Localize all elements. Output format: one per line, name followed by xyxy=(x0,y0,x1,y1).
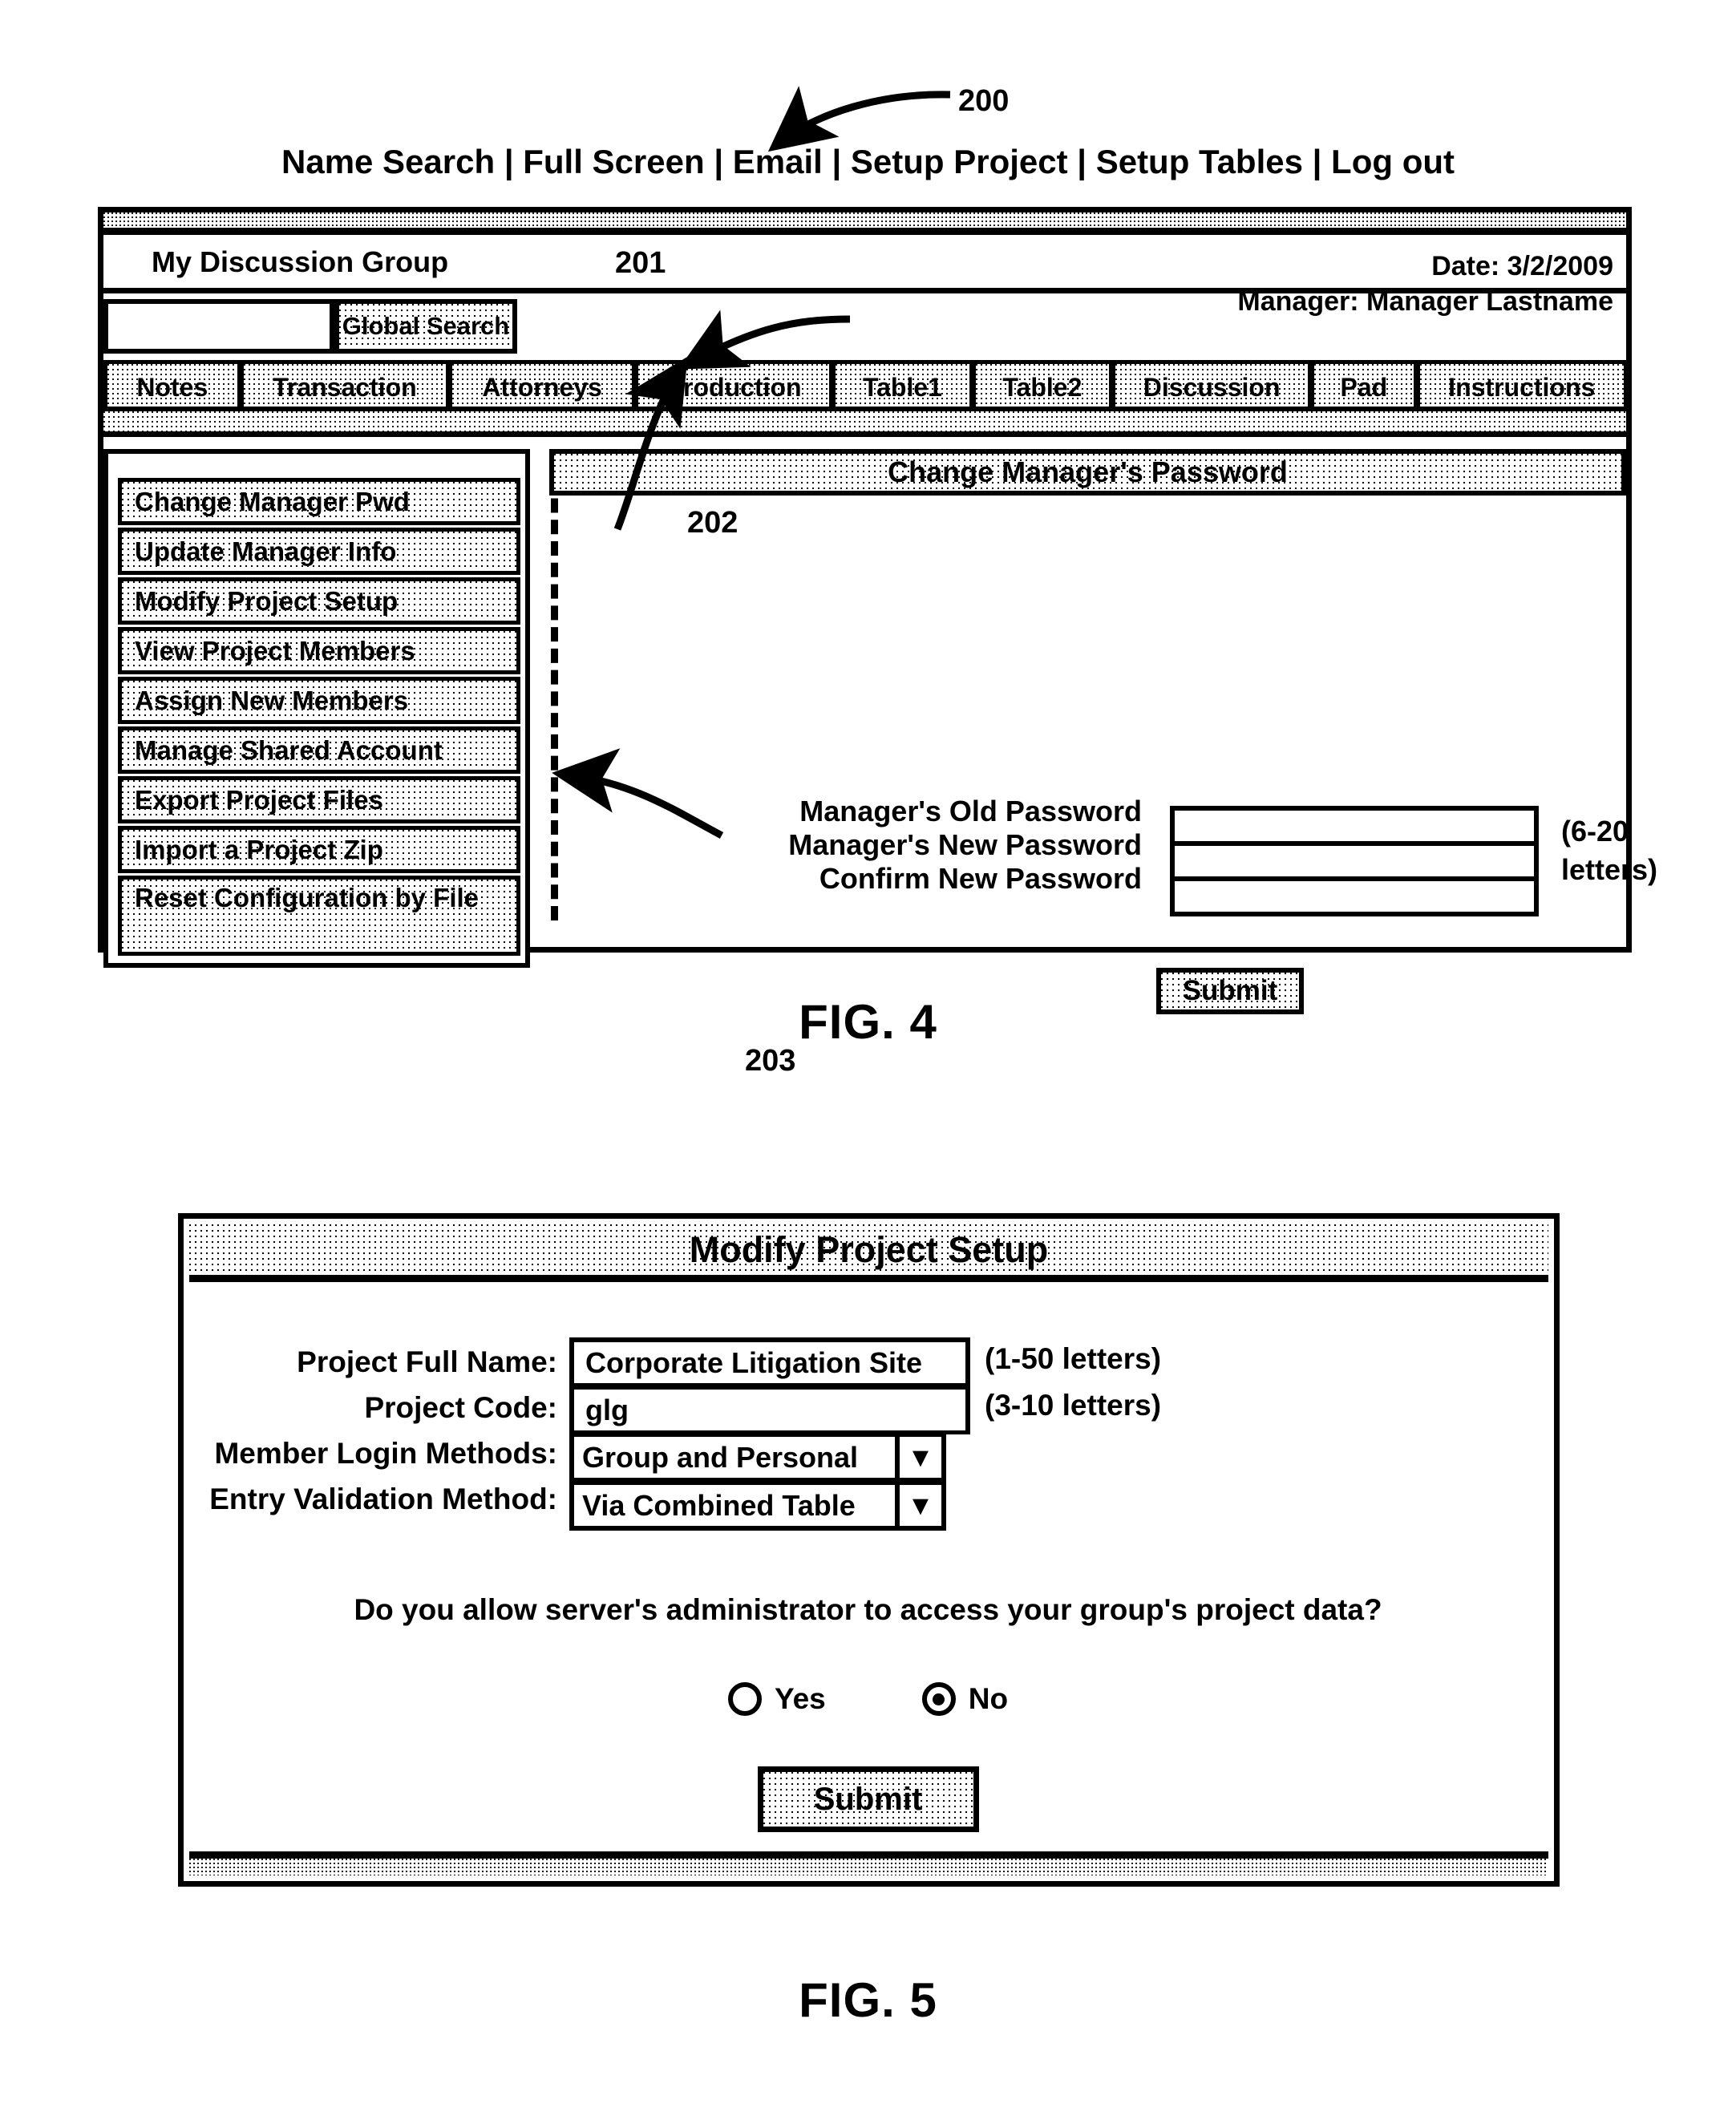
confirm-password-input[interactable] xyxy=(1175,881,1534,912)
radio-yes-label: Yes xyxy=(774,1682,826,1715)
side-menu-item-modify-project-setup[interactable]: Modify Project Setup xyxy=(118,577,520,625)
reference-numeral-201: 201 xyxy=(615,246,666,280)
radio-option-no[interactable]: No xyxy=(921,1682,1009,1716)
entry-validation-method-value: Via Combined Table xyxy=(582,1488,856,1522)
fig5-form-labels: Project Full Name: Project Code: Member … xyxy=(40,1339,557,1522)
chevron-down-icon[interactable]: ▼ xyxy=(895,1432,946,1483)
radio-yes-icon[interactable] xyxy=(727,1682,762,1716)
fig5-form-inputs: Corporate Litigation Site glg Group and … xyxy=(569,1337,970,1531)
tab-underband xyxy=(103,407,1626,437)
label-project-code: Project Code: xyxy=(364,1391,557,1424)
label-new-password: Manager's New Password xyxy=(788,828,1142,861)
fig4-application-window: My Discussion Group Date: 3/2/2009 Manag… xyxy=(98,207,1657,1078)
side-menu-item-reset-configuration-by-file[interactable]: Reset Configuration by File xyxy=(118,876,520,956)
admin-access-question: Do you allow server's administrator to a… xyxy=(354,1593,1382,1626)
side-menu-item-change-manager-pwd[interactable]: Change Manager Pwd xyxy=(118,478,520,525)
side-menu-item-assign-new-members[interactable]: Assign New Members xyxy=(118,677,520,724)
radio-selected-dot xyxy=(933,1693,945,1705)
admin-access-radio-group: Yes No xyxy=(0,1682,1736,1716)
figure-4-caption: FIG. 4 xyxy=(799,995,937,1049)
fig5-submit-button[interactable]: Submit xyxy=(757,1766,979,1832)
password-length-hint: (6-20 letters) xyxy=(1561,815,1658,886)
entry-validation-method-select[interactable]: Via Combined Table ▼ xyxy=(569,1480,946,1531)
side-menu-item-import-a-project-zip[interactable]: Import a Project Zip xyxy=(118,826,520,873)
member-login-methods-select[interactable]: Group and Personal ▼ xyxy=(569,1432,946,1483)
date-label: Date: 3/2/2009 xyxy=(1431,251,1613,281)
panel-divider-dashed xyxy=(551,455,558,920)
side-menu-item-manage-shared-account[interactable]: Manage Shared Account xyxy=(118,726,520,774)
radio-no-label: No xyxy=(968,1682,1009,1715)
global-search-button[interactable]: Global Search xyxy=(334,299,517,354)
side-menu-item-export-project-files[interactable]: Export Project Files xyxy=(118,776,520,823)
old-password-input[interactable] xyxy=(1175,811,1534,846)
reference-numeral-202: 202 xyxy=(687,506,739,540)
chevron-down-icon[interactable]: ▼ xyxy=(895,1480,946,1531)
project-code-hint: (3-10 letters) xyxy=(985,1389,1162,1422)
group-title: My Discussion Group xyxy=(152,245,449,278)
tab-bar: Notes Transaction Attorneys Production T… xyxy=(103,360,1628,415)
fig5-panel-header: Modify Project Setup xyxy=(189,1224,1548,1282)
label-old-password: Manager's Old Password xyxy=(799,795,1142,827)
side-menu-item-view-project-members[interactable]: View Project Members xyxy=(118,627,520,674)
label-member-login-methods: Member Login Methods: xyxy=(214,1437,557,1470)
password-field-labels: Manager's Old Password Manager's New Pas… xyxy=(713,795,1142,896)
leader-arrow-200 xyxy=(767,86,951,152)
figure-5-caption: FIG. 5 xyxy=(799,1973,937,2027)
side-menu-panel: Change Manager Pwd Update Manager Info M… xyxy=(103,449,530,968)
content-pane-header: Change Manager's Password xyxy=(549,449,1626,496)
project-code-input[interactable]: glg xyxy=(569,1385,970,1434)
top-navigation-bar[interactable]: Name Search | Full Screen | Email | Setu… xyxy=(0,143,1736,181)
fig5-submit-wrapper: Submit xyxy=(0,1766,1736,1832)
project-full-name-input[interactable]: Corporate Litigation Site xyxy=(569,1337,970,1387)
search-input[interactable] xyxy=(103,299,334,354)
side-menu-item-update-manager-info[interactable]: Update Manager Info xyxy=(118,528,520,575)
radio-no-icon[interactable] xyxy=(921,1682,956,1716)
window-chrome-strip xyxy=(103,212,1626,235)
label-project-full-name: Project Full Name: xyxy=(297,1345,557,1378)
label-confirm-password: Confirm New Password xyxy=(819,862,1142,895)
reference-numeral-200: 200 xyxy=(958,84,1010,118)
member-login-methods-value: Group and Personal xyxy=(582,1440,859,1474)
label-entry-validation-method: Entry Validation Method: xyxy=(209,1483,557,1515)
password-inputs-group xyxy=(1170,806,1539,916)
radio-option-yes[interactable]: Yes xyxy=(727,1682,826,1716)
search-row: Global Search 201 xyxy=(103,246,1626,355)
new-password-input[interactable] xyxy=(1175,846,1534,881)
project-full-name-hint: (1-50 letters) xyxy=(985,1342,1162,1375)
fig5-panel-footer xyxy=(189,1851,1548,1875)
